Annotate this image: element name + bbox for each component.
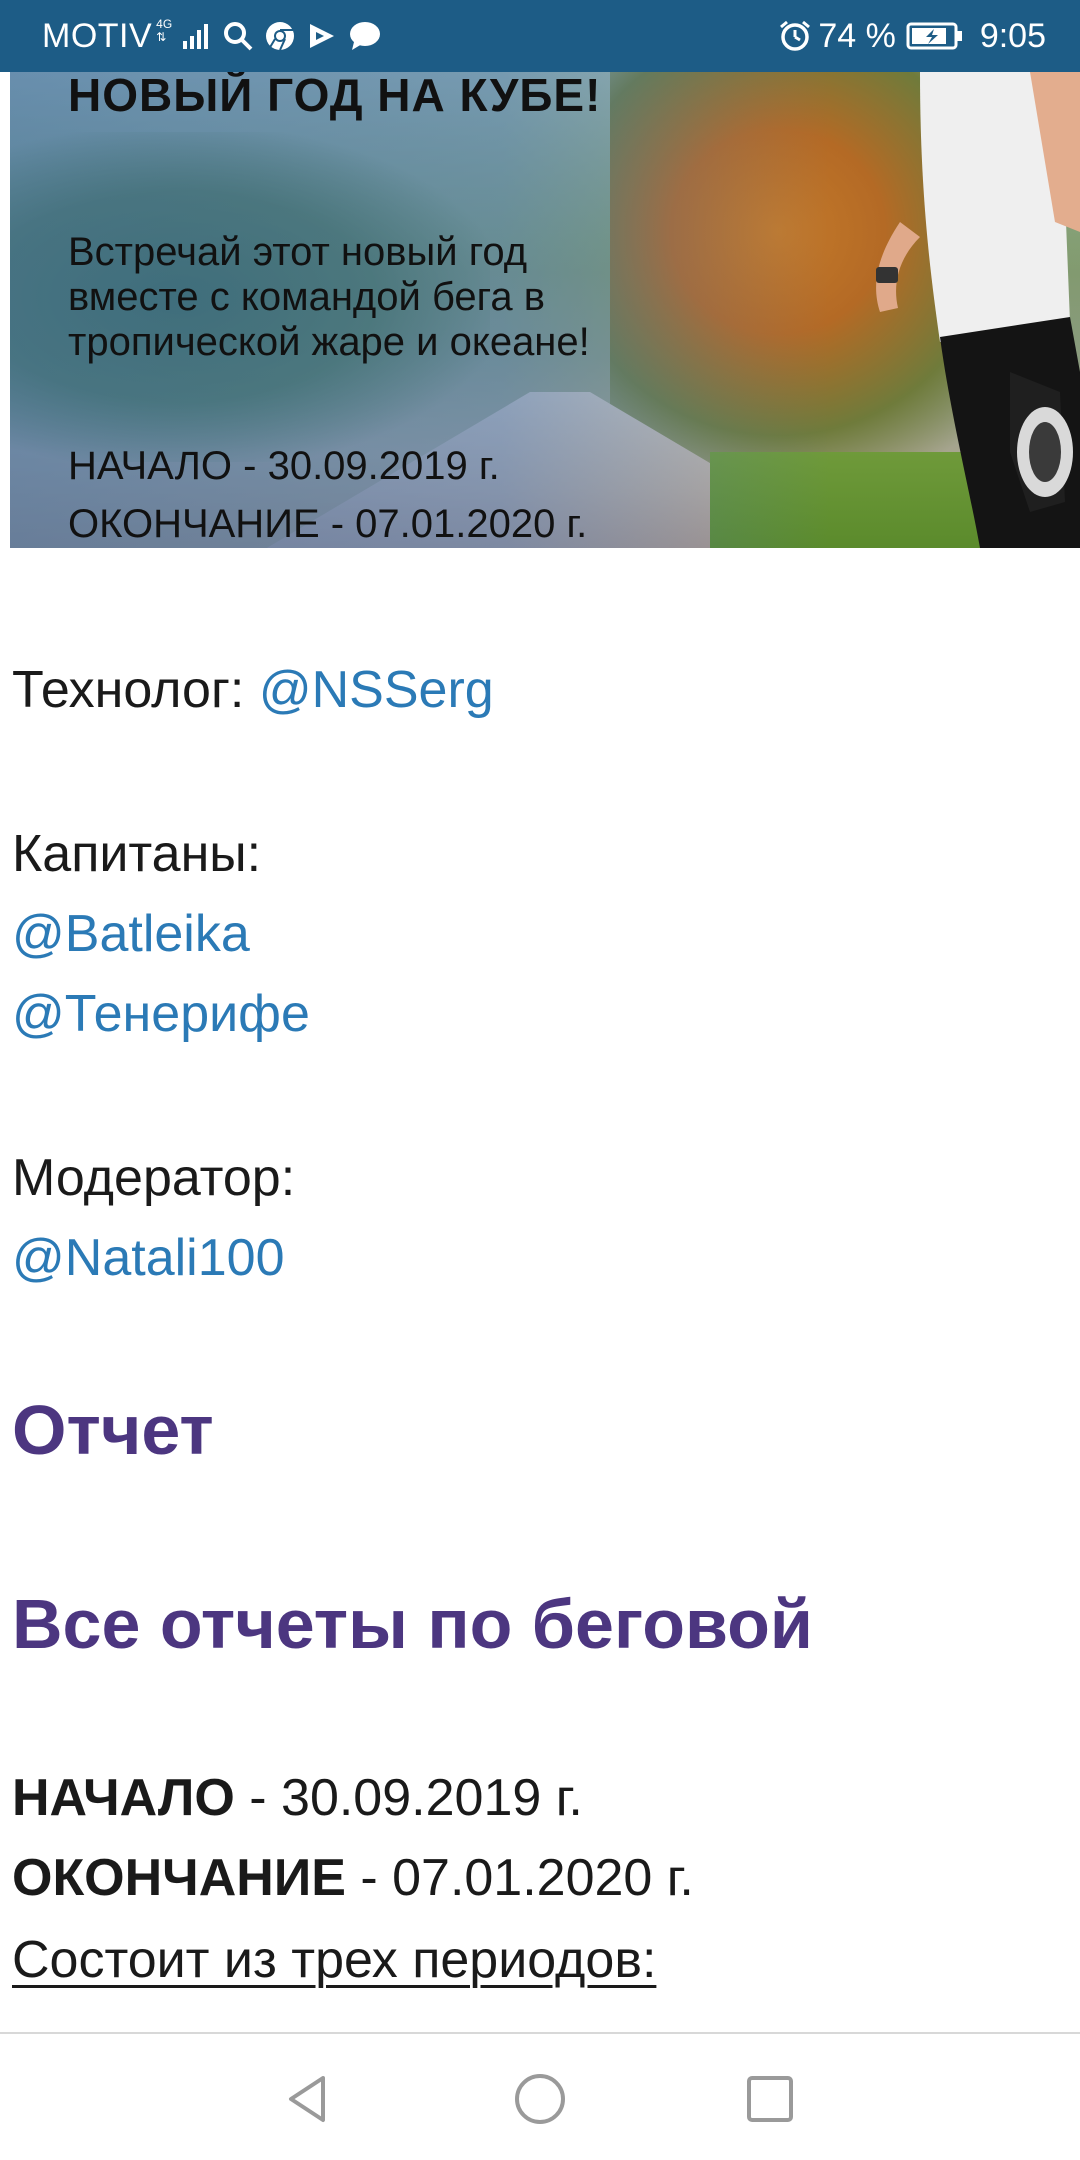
- banner-description-line: Встречай этот новый год: [68, 230, 528, 274]
- home-icon: [515, 2074, 565, 2124]
- play-icon: [306, 20, 338, 52]
- chrome-icon: [264, 20, 296, 52]
- back-button[interactable]: [273, 2064, 343, 2134]
- alarm-icon: [778, 19, 812, 53]
- technologist-label: Технолог:: [12, 661, 259, 719]
- system-nav-bar: [0, 2032, 1080, 2160]
- chat-icon: [348, 20, 382, 52]
- captain-link-batleika[interactable]: @Batleika: [12, 904, 250, 964]
- captains-label: Капитаны:: [12, 825, 262, 883]
- battery-icon: [906, 21, 964, 51]
- status-right: 74 % 9:05: [768, 0, 1046, 72]
- technologist-row: Технолог: @NSSerg: [12, 660, 494, 720]
- status-bar: MOTIV 4G ⇅ 74 % 9:05: [0, 0, 1080, 72]
- screen: MOTIV 4G ⇅ 74 % 9:05 НОВЫЙ ГОД НА КУБЕ! …: [0, 0, 1080, 2160]
- network-type-bottom: ⇅: [156, 30, 167, 44]
- runner-illustration: [876, 72, 1080, 548]
- report-heading: Отчет: [12, 1391, 214, 1469]
- banner-description-line: тропической жаре и океане!: [68, 320, 590, 364]
- battery-percent: 74 %: [818, 16, 896, 55]
- signal-icon: [182, 21, 212, 51]
- carrier-name: MOTIV: [42, 16, 153, 55]
- all-reports-heading: Все отчеты по беговой: [12, 1585, 813, 1663]
- captain-link-tenerife[interactable]: @Тенерифе: [12, 984, 310, 1044]
- end-date-label: ОКОНЧАНИЕ: [12, 1849, 346, 1907]
- banner-end-date: ОКОНЧАНИЕ - 07.01.2020 г.: [68, 502, 588, 546]
- recents-icon: [747, 2076, 793, 2122]
- banner-start-date: НАЧАЛО - 30.09.2019 г.: [68, 444, 500, 488]
- banner-title: НОВЫЙ ГОД НА КУБЕ!: [68, 72, 602, 121]
- moderator-link[interactable]: @Natali100: [12, 1228, 285, 1288]
- event-banner: НОВЫЙ ГОД НА КУБЕ! Встречай этот новый г…: [10, 72, 1080, 548]
- back-icon: [289, 2076, 325, 2122]
- network-type: 4G ⇅: [156, 18, 172, 44]
- start-date-label: НАЧАЛО: [12, 1769, 235, 1827]
- banner-description: Встречай этот новый год вместе с командо…: [68, 230, 768, 365]
- banner-description-line: вместе с командой бега в: [68, 275, 545, 319]
- technologist-link[interactable]: @NSSerg: [259, 661, 494, 719]
- start-date-value: - 30.09.2019 г.: [234, 1769, 583, 1827]
- periods-text: Состоит из трех периодов:: [12, 1931, 657, 1989]
- home-button[interactable]: [505, 2064, 575, 2134]
- end-date-value: - 07.01.2020 г.: [345, 1849, 694, 1907]
- start-date-row: НАЧАЛО - 30.09.2019 г.: [12, 1768, 583, 1828]
- status-left: MOTIV 4G ⇅: [42, 0, 382, 72]
- recents-button[interactable]: [735, 2064, 805, 2134]
- moderator-label: Модератор:: [12, 1149, 296, 1207]
- search-icon: [222, 20, 254, 52]
- clock: 9:05: [979, 16, 1046, 55]
- end-date-row: ОКОНЧАНИЕ - 07.01.2020 г.: [12, 1848, 694, 1908]
